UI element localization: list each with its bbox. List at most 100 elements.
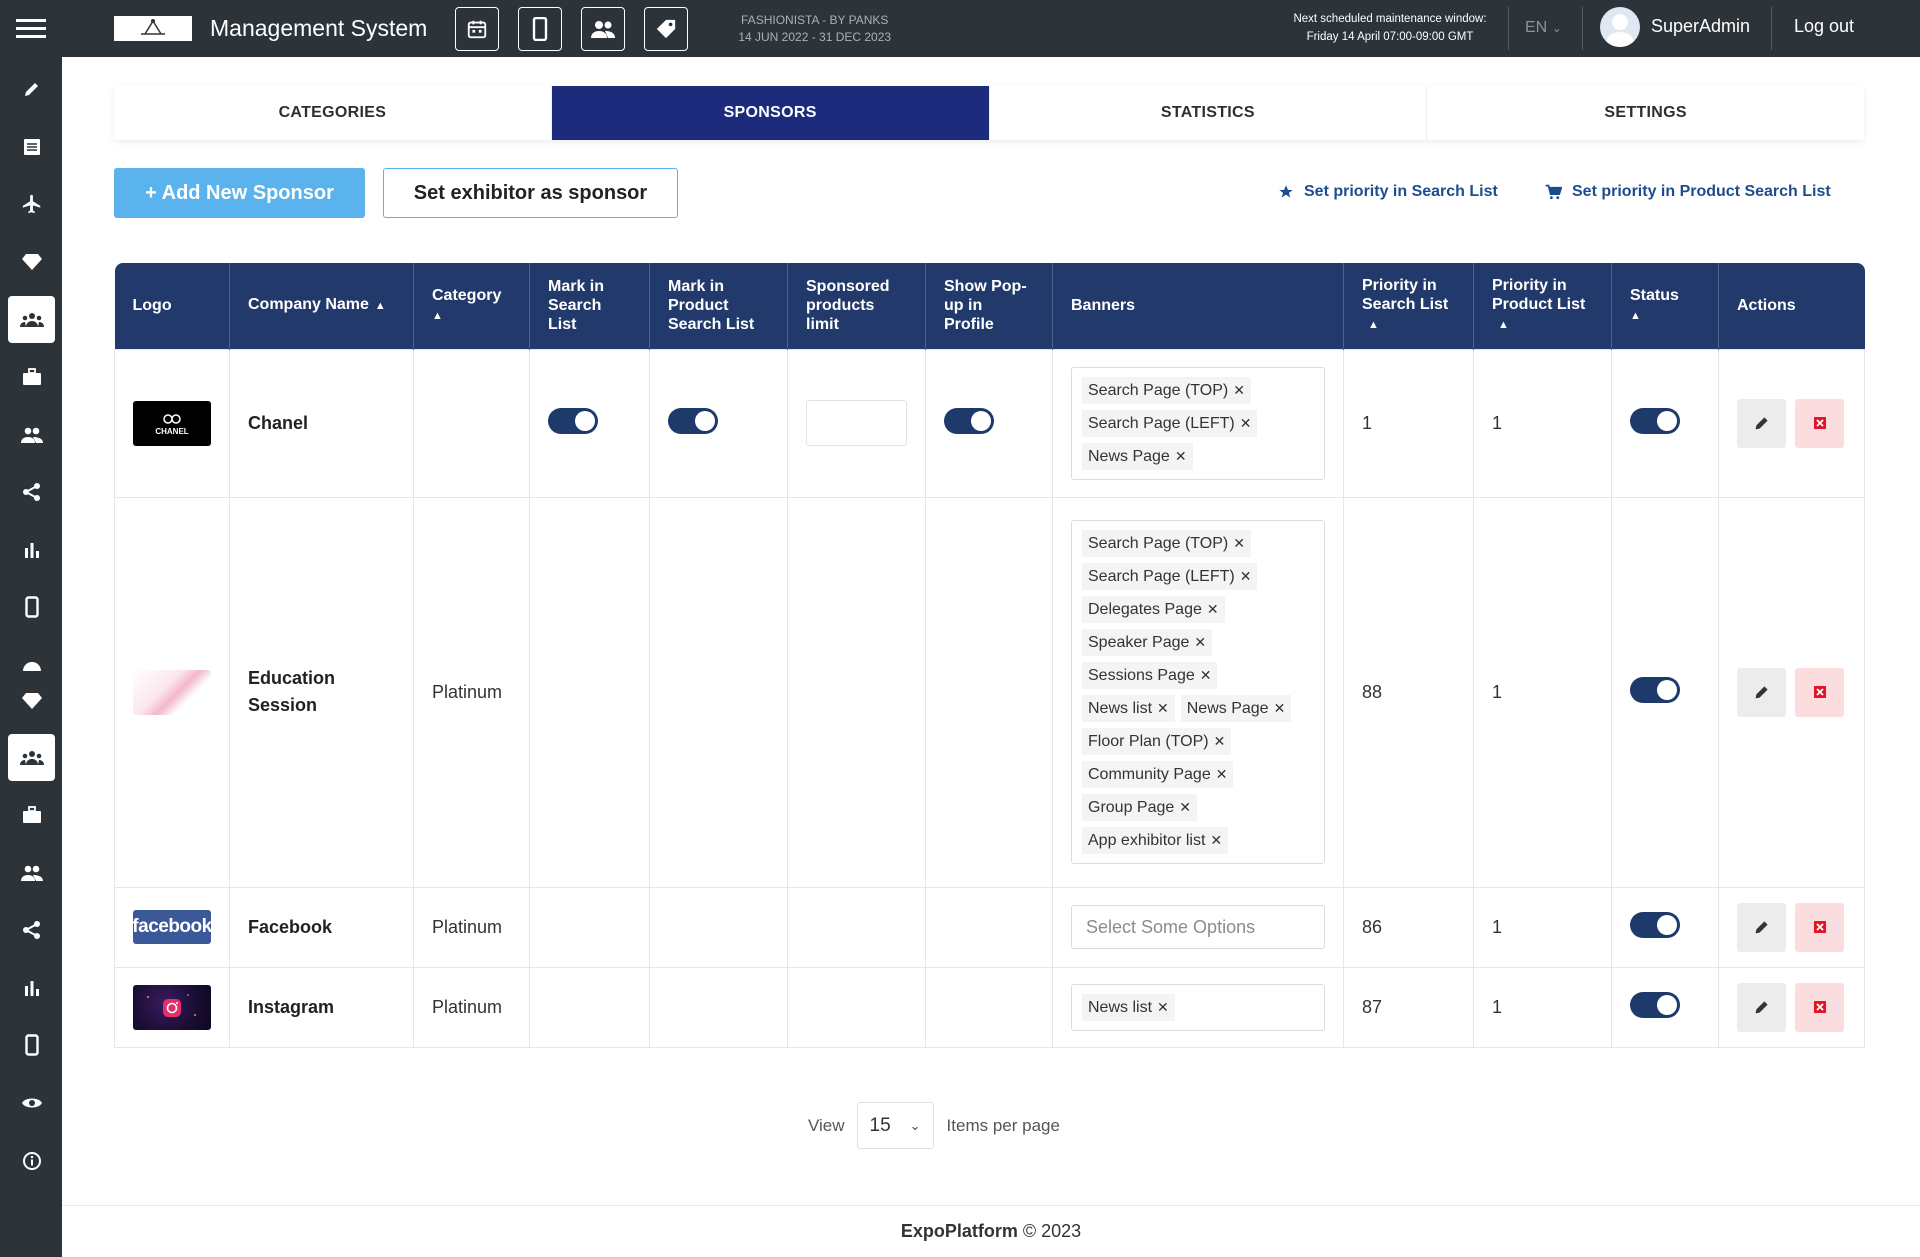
remove-icon[interactable]: ✕ — [1240, 568, 1252, 584]
tag-icon[interactable] — [644, 6, 689, 51]
chevron-down-icon: ⌄ — [1551, 21, 1562, 35]
mobile-icon[interactable] — [518, 6, 563, 51]
delete-icon — [1813, 1001, 1826, 1013]
delete-button[interactable] — [1795, 398, 1844, 448]
info-icon[interactable] — [8, 1137, 55, 1184]
remove-icon[interactable]: ✕ — [1179, 799, 1191, 815]
banners-multiselect[interactable]: Select Some Options — [1071, 905, 1325, 949]
footer: ExpoPlatform © 2023 — [62, 1205, 1920, 1257]
banners-multiselect[interactable]: Search Page (TOP) ✕ Search Page (LEFT) ✕ N… — [1071, 366, 1325, 480]
pencil-icon — [1755, 921, 1768, 934]
header-prio-search[interactable]: Priority in Search List ▲ — [1343, 263, 1474, 349]
edit-button[interactable] — [1737, 982, 1786, 1032]
remove-icon[interactable]: ✕ — [1274, 700, 1286, 716]
edit-button[interactable] — [1737, 667, 1786, 717]
mobile-icon[interactable] — [8, 1021, 55, 1068]
limit-cell — [787, 966, 926, 1048]
remove-icon[interactable]: ✕ — [1157, 999, 1169, 1015]
people-icon[interactable] — [8, 849, 55, 896]
tab-settings[interactable]: SETTINGS — [1427, 86, 1864, 140]
avatar[interactable] — [1600, 7, 1640, 47]
remove-icon[interactable]: ✕ — [1210, 832, 1222, 848]
status-toggle[interactable] — [1630, 911, 1680, 938]
delete-button[interactable] — [1795, 902, 1844, 952]
per-page-select[interactable]: 15 ⌄ — [856, 1102, 934, 1149]
header-limit: Sponsored products limit — [787, 263, 926, 349]
remove-icon[interactable]: ✕ — [1200, 667, 1212, 683]
banner-chip: Delegates Page ✕ — [1082, 596, 1225, 623]
list-icon[interactable] — [8, 123, 55, 170]
share-icon[interactable] — [8, 906, 55, 953]
calendar-icon[interactable] — [455, 6, 500, 51]
mark-search-toggle[interactable] — [548, 407, 598, 434]
mark-search-cell — [529, 886, 650, 968]
add-sponsor-button[interactable]: + Add New Sponsor — [114, 168, 365, 218]
tab-statistics[interactable]: STATISTICS — [990, 86, 1428, 140]
priority-product-link[interactable]: Set priority in Product Search List — [1545, 183, 1831, 201]
tab-sponsors[interactable]: SPONSORS — [551, 86, 990, 140]
set-exhibitor-sponsor-button[interactable]: Set exhibitor as sponsor — [383, 168, 678, 218]
status-toggle[interactable] — [1630, 407, 1680, 434]
banner-chip-label: Community Page — [1088, 766, 1211, 783]
remove-icon[interactable]: ✕ — [1233, 535, 1245, 551]
category-cell: Platinum — [413, 886, 530, 968]
tab-categories[interactable]: CATEGORIES — [114, 86, 552, 140]
status-toggle[interactable] — [1630, 676, 1680, 703]
delete-button[interactable] — [1795, 667, 1844, 717]
language-label: EN — [1525, 19, 1548, 36]
team-icon[interactable] — [8, 734, 55, 781]
limit-cell — [787, 886, 926, 968]
people-icon[interactable] — [8, 411, 55, 458]
mark-product-toggle[interactable] — [668, 407, 718, 434]
banner-chip-label: Search Page (TOP) — [1088, 381, 1229, 399]
language-select[interactable]: EN ⌄ — [1525, 19, 1562, 37]
divider — [1508, 7, 1509, 50]
mobile-icon[interactable] — [8, 583, 55, 630]
plane-icon[interactable] — [8, 180, 55, 227]
users-icon[interactable] — [581, 6, 626, 51]
pencil-icon — [1755, 686, 1768, 699]
chanel-logo-text: CHANEL — [155, 427, 188, 436]
bar-chart-icon[interactable] — [8, 526, 55, 573]
eye-icon[interactable] — [8, 1079, 55, 1126]
pencil-icon — [1755, 417, 1768, 430]
popup-cell — [925, 886, 1053, 968]
header-category[interactable]: Category ▲︎ — [413, 263, 530, 349]
briefcase-icon[interactable] — [8, 353, 55, 400]
diamond-icon[interactable] — [8, 677, 55, 724]
menu-icon[interactable] — [0, 0, 62, 57]
header-popup: Show Pop-up in Profile — [925, 263, 1053, 349]
remove-icon[interactable]: ✕ — [1233, 382, 1245, 398]
status-toggle[interactable] — [1630, 991, 1680, 1018]
banners-multiselect[interactable]: Search Page (TOP) ✕ Search Page (LEFT) ✕ D… — [1071, 520, 1325, 864]
header-prio-product[interactable]: Priority in Product List ▲ — [1473, 263, 1612, 349]
edit-button[interactable] — [1737, 902, 1786, 952]
pencil-icon[interactable] — [8, 65, 55, 112]
banners-multiselect[interactable]: News list ✕ — [1071, 983, 1325, 1031]
company-name: Instagram — [229, 966, 414, 1048]
prio-product-cell: 1 — [1473, 348, 1612, 498]
prio-product-cell: 1 — [1473, 496, 1612, 888]
share-icon[interactable] — [8, 468, 55, 515]
bar-chart-icon[interactable] — [8, 964, 55, 1011]
remove-icon[interactable]: ✕ — [1157, 700, 1169, 716]
remove-icon[interactable]: ✕ — [1214, 733, 1226, 749]
username[interactable]: SuperAdmin — [1651, 16, 1750, 37]
remove-icon[interactable]: ✕ — [1175, 448, 1187, 464]
edit-button[interactable] — [1737, 398, 1786, 448]
dashboard-icon[interactable] — [8, 641, 55, 671]
logout-link[interactable]: Log out — [1794, 16, 1854, 37]
products-limit-input[interactable] — [806, 400, 907, 446]
briefcase-icon[interactable] — [8, 791, 55, 838]
priority-search-link[interactable]: Set priority in Search List — [1278, 183, 1498, 201]
remove-icon[interactable]: ✕ — [1216, 766, 1228, 782]
header-status[interactable]: Status ▲ — [1611, 263, 1719, 349]
delete-button[interactable] — [1795, 982, 1844, 1032]
team-icon[interactable] — [8, 296, 55, 343]
header-company[interactable]: Company Name ▲ — [229, 263, 414, 349]
remove-icon[interactable]: ✕ — [1240, 415, 1252, 431]
remove-icon[interactable]: ✕ — [1207, 601, 1219, 617]
remove-icon[interactable]: ✕ — [1194, 634, 1206, 650]
popup-toggle[interactable] — [944, 407, 994, 434]
diamond-icon[interactable] — [8, 238, 55, 285]
